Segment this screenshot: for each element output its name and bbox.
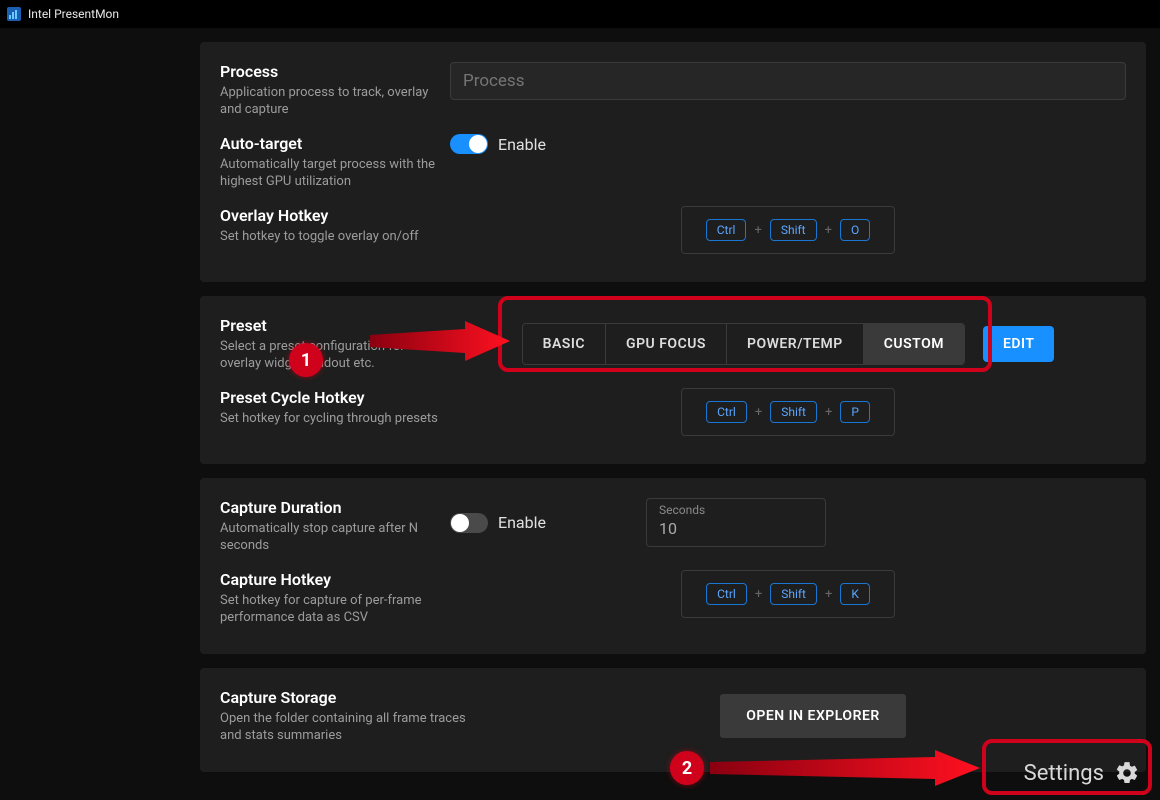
process-desc: Application process to track, overlay an… <box>220 84 440 118</box>
capture-hotkey-desc: Set hotkey for capture of per-frame perf… <box>220 592 440 626</box>
panel-capture: Capture Duration Automatically stop capt… <box>200 478 1146 654</box>
hotkey-key: Shift <box>770 219 817 241</box>
autotarget-toggle[interactable] <box>450 134 488 154</box>
preset-edit-button[interactable]: EDIT <box>983 326 1054 362</box>
hotkey-key: Ctrl <box>706 583 747 605</box>
settings-label: Settings <box>1024 761 1104 786</box>
preset-segmented: BASIC GPU FOCUS POWER/TEMP CUSTOM <box>522 323 965 365</box>
capture-storage-title: Capture Storage <box>220 688 490 708</box>
settings-button[interactable]: Settings <box>1010 752 1154 794</box>
preset-option-power-temp[interactable]: POWER/TEMP <box>727 324 864 364</box>
capture-duration-title: Capture Duration <box>220 498 440 518</box>
plus-icon: + <box>825 587 832 602</box>
hotkey-key: Ctrl <box>706 219 747 241</box>
autotarget-title: Auto-target <box>220 134 440 154</box>
preset-title: Preset <box>220 316 440 336</box>
capture-duration-toggle-label: Enable <box>498 513 546 532</box>
preset-option-basic[interactable]: BASIC <box>523 324 606 364</box>
annotation-marker-1: 1 <box>289 343 323 377</box>
open-in-explorer-button[interactable]: OPEN IN EXPLORER <box>720 694 906 738</box>
plus-icon: + <box>754 223 761 238</box>
panel-capture-target: Process Application process to track, ov… <box>200 42 1146 282</box>
process-input[interactable] <box>450 62 1126 100</box>
preset-hotkey-title: Preset Cycle Hotkey <box>220 388 440 408</box>
overlay-hotkey-desc: Set hotkey to toggle overlay on/off <box>220 228 440 245</box>
titlebar: Intel PresentMon <box>0 0 1160 28</box>
capture-duration-seconds[interactable]: Seconds 10 <box>646 498 826 547</box>
preset-hotkey-desc: Set hotkey for cycling through presets <box>220 410 440 427</box>
app-icon <box>6 6 22 22</box>
hotkey-key: Shift <box>770 401 817 423</box>
annotation-marker-2: 2 <box>670 751 704 785</box>
hotkey-key: Shift <box>770 583 817 605</box>
capture-duration-desc: Automatically stop capture after N secon… <box>220 520 440 554</box>
overlay-hotkey-box[interactable]: Ctrl + Shift + O <box>681 206 896 254</box>
hotkey-key: O <box>840 219 870 241</box>
gear-icon <box>1114 760 1140 786</box>
plus-icon: + <box>825 223 832 238</box>
preset-desc: Select a preset configuration for overla… <box>220 338 440 372</box>
plus-icon: + <box>825 405 832 420</box>
autotarget-toggle-label: Enable <box>498 135 546 154</box>
capture-duration-toggle[interactable] <box>450 513 488 533</box>
hotkey-key: P <box>840 401 870 423</box>
seconds-value: 10 <box>659 519 813 538</box>
seconds-label: Seconds <box>659 503 813 517</box>
autotarget-desc: Automatically target process with the hi… <box>220 156 440 190</box>
capture-hotkey-box[interactable]: Ctrl + Shift + K <box>681 570 895 618</box>
capture-storage-desc: Open the folder containing all frame tra… <box>220 710 490 744</box>
overlay-hotkey-title: Overlay Hotkey <box>220 206 440 226</box>
plus-icon: + <box>755 587 762 602</box>
hotkey-key: Ctrl <box>706 401 747 423</box>
preset-option-custom[interactable]: CUSTOM <box>864 324 964 364</box>
hotkey-key: K <box>840 583 870 605</box>
preset-hotkey-box[interactable]: Ctrl + Shift + P <box>681 388 895 436</box>
process-title: Process <box>220 62 440 82</box>
preset-option-gpu-focus[interactable]: GPU FOCUS <box>606 324 727 364</box>
app-title: Intel PresentMon <box>28 7 119 21</box>
panel-preset: Preset Select a preset configuration for… <box>200 296 1146 464</box>
plus-icon: + <box>755 405 762 420</box>
capture-hotkey-title: Capture Hotkey <box>220 570 440 590</box>
